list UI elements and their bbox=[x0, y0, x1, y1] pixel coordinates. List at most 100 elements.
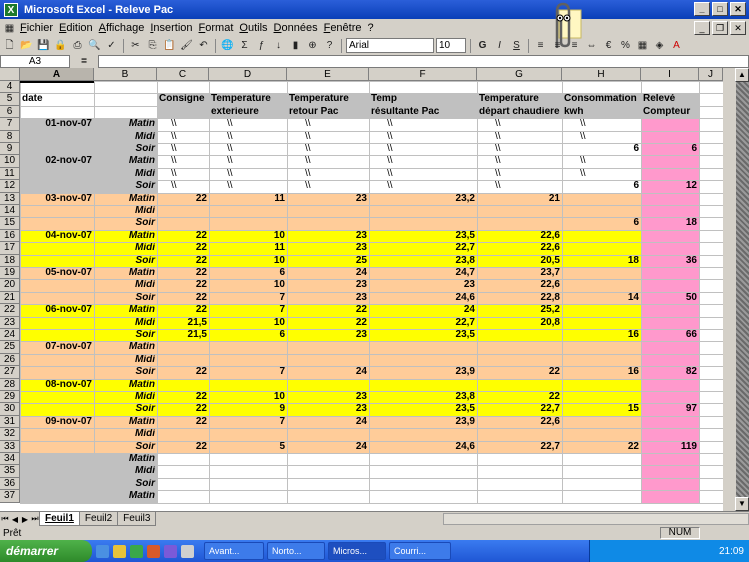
row-header[interactable]: 35 bbox=[0, 465, 20, 478]
cell-f[interactable]: 23,9 bbox=[369, 366, 477, 378]
cell-i[interactable]: 18 bbox=[641, 217, 699, 229]
scroll-down-icon[interactable]: ▼ bbox=[735, 497, 749, 511]
first-sheet-icon[interactable]: ⏮ bbox=[0, 514, 10, 524]
cell-p[interactable]: Midi bbox=[94, 465, 157, 477]
cell-c[interactable]: 22 bbox=[157, 279, 209, 291]
cell-d[interactable]: 10 bbox=[209, 317, 287, 329]
row-header[interactable]: 7 bbox=[0, 118, 20, 131]
cell-g[interactable]: 21 bbox=[477, 193, 562, 205]
column-header-h[interactable]: H bbox=[562, 68, 641, 81]
cell-p[interactable]: Midi bbox=[94, 205, 157, 217]
cell-g[interactable]: 22,8 bbox=[477, 292, 562, 304]
cell-p[interactable]: Soir bbox=[94, 255, 157, 267]
row-header[interactable]: 5 bbox=[0, 93, 20, 106]
row-header[interactable]: 15 bbox=[0, 217, 20, 230]
cell-i[interactable]: 12 bbox=[641, 180, 699, 192]
cell-d[interactable]: 9 bbox=[209, 403, 287, 415]
row-header[interactable]: 22 bbox=[0, 304, 20, 317]
cell-p[interactable]: Midi bbox=[94, 131, 157, 143]
row-header[interactable]: 6 bbox=[0, 105, 20, 119]
autosum-icon[interactable]: Σ bbox=[237, 38, 252, 53]
zoom-icon[interactable]: ⊕ bbox=[305, 38, 320, 53]
row-header[interactable]: 16 bbox=[0, 229, 20, 243]
cell-h[interactable]: 22 bbox=[562, 441, 641, 453]
scroll-up-icon[interactable]: ▲ bbox=[735, 68, 749, 82]
hyperlink-icon[interactable]: 🌐 bbox=[220, 38, 235, 53]
quicklaunch-folder-icon[interactable] bbox=[113, 544, 126, 558]
cell-h[interactable]: \\ bbox=[562, 168, 641, 180]
cell-c[interactable]: 22 bbox=[157, 391, 209, 403]
cell-c[interactable]: \\ bbox=[157, 168, 209, 180]
quicklaunch-app-icon[interactable] bbox=[130, 544, 143, 558]
cell-h[interactable]: \\ bbox=[562, 118, 641, 130]
chart-icon[interactable]: ▮ bbox=[288, 38, 303, 53]
vertical-scrollbar[interactable]: ▲ ▼ bbox=[723, 68, 749, 511]
column-header-b[interactable]: B bbox=[94, 68, 157, 81]
cell-d[interactable]: \\ bbox=[209, 131, 287, 143]
cell-p[interactable]: Soir bbox=[94, 366, 157, 378]
select-all-corner[interactable] bbox=[0, 68, 20, 81]
cell-g[interactable]: \\ bbox=[477, 143, 562, 155]
cell-e[interactable]: \\ bbox=[287, 180, 369, 192]
quicklaunch-desktop-icon[interactable] bbox=[181, 544, 194, 558]
cell-p[interactable]: Soir bbox=[94, 329, 157, 341]
cell-g[interactable]: 25,2 bbox=[477, 304, 562, 316]
column-header-g[interactable]: G bbox=[477, 68, 562, 81]
cell-c[interactable]: 22 bbox=[157, 304, 209, 316]
cell-h[interactable]: 16 bbox=[562, 366, 641, 378]
cell-f[interactable]: \\ bbox=[369, 118, 477, 130]
row-header[interactable]: 19 bbox=[0, 267, 20, 280]
undo-icon[interactable]: ↶ bbox=[196, 38, 211, 53]
cell-d[interactable]: 5 bbox=[209, 441, 287, 453]
column-header-e[interactable]: E bbox=[287, 68, 369, 81]
menu-edition[interactable]: Edition bbox=[56, 22, 96, 34]
cell-i[interactable]: 50 bbox=[641, 292, 699, 304]
new-icon[interactable]: 🗋 bbox=[2, 38, 17, 53]
cell-p[interactable]: Soir bbox=[94, 441, 157, 453]
row-header[interactable]: 4 bbox=[0, 81, 20, 94]
cell-e[interactable]: 23 bbox=[287, 193, 369, 205]
cell-g[interactable]: \\ bbox=[477, 118, 562, 130]
cell-p[interactable]: Matin bbox=[94, 304, 157, 316]
row-header[interactable]: 14 bbox=[0, 205, 20, 218]
cell-f[interactable]: 23 bbox=[369, 279, 477, 291]
cell-i[interactable]: 82 bbox=[641, 366, 699, 378]
cell-g[interactable]: 22,7 bbox=[477, 403, 562, 415]
horizontal-scrollbar[interactable] bbox=[443, 513, 749, 525]
menu-format[interactable]: Format bbox=[196, 22, 237, 34]
minimize-button[interactable]: _ bbox=[694, 2, 710, 16]
next-sheet-icon[interactable]: ▶ bbox=[20, 515, 30, 524]
cell-d[interactable]: 11 bbox=[209, 242, 287, 254]
cell-p[interactable]: Matin bbox=[94, 193, 157, 205]
cell-p[interactable]: Midi bbox=[94, 354, 157, 366]
cell-f[interactable]: \\ bbox=[369, 131, 477, 143]
cell-p[interactable]: Midi bbox=[94, 242, 157, 254]
tab-feuil2[interactable]: Feuil2 bbox=[78, 512, 119, 526]
cell-f[interactable]: 23,8 bbox=[369, 391, 477, 403]
cell-g[interactable]: 22,6 bbox=[477, 416, 562, 428]
cell-date[interactable]: 08-nov-07 bbox=[20, 379, 94, 391]
bold-button[interactable]: G bbox=[475, 38, 490, 53]
cell-d[interactable]: 11 bbox=[209, 193, 287, 205]
row-header[interactable]: 27 bbox=[0, 366, 20, 379]
cell-d[interactable]: 6 bbox=[209, 267, 287, 279]
borders-icon[interactable]: ▦ bbox=[635, 38, 650, 53]
task-norton[interactable]: Norto... bbox=[267, 542, 325, 560]
cell-g[interactable]: \\ bbox=[477, 131, 562, 143]
cell-date[interactable]: 02-nov-07 bbox=[20, 155, 94, 167]
cell-c[interactable]: 21,5 bbox=[157, 317, 209, 329]
permission-icon[interactable]: 🔒 bbox=[53, 38, 68, 53]
formula-input[interactable] bbox=[98, 54, 749, 68]
close-button[interactable]: ✕ bbox=[730, 2, 746, 16]
cell-i[interactable]: 119 bbox=[641, 441, 699, 453]
cell-h[interactable]: \\ bbox=[562, 131, 641, 143]
cell-p[interactable]: Matin bbox=[94, 118, 157, 130]
paste-icon[interactable]: 📋 bbox=[162, 38, 177, 53]
row-header[interactable]: 36 bbox=[0, 477, 20, 491]
cell-h[interactable]: 14 bbox=[562, 292, 641, 304]
cell-f[interactable]: 22,7 bbox=[369, 317, 477, 329]
cell-c[interactable]: 22 bbox=[157, 416, 209, 428]
cell-f[interactable]: \\ bbox=[369, 168, 477, 180]
cell-e[interactable]: 23 bbox=[287, 242, 369, 254]
cell-c[interactable]: 22 bbox=[157, 267, 209, 279]
